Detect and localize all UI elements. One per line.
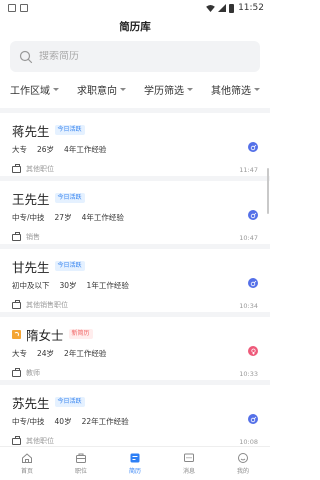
tab-label: 消息: [182, 468, 195, 475]
filter-label: 其他筛选: [211, 85, 251, 97]
age: 40岁: [54, 417, 72, 426]
filter-other[interactable]: 其他筛选: [211, 82, 260, 97]
message-icon: [184, 453, 194, 462]
male-icon: [248, 414, 258, 424]
experience: 4年工作经验: [64, 145, 107, 154]
tab-resumes[interactable]: 简历: [108, 447, 162, 480]
status-badge: 今日活跃: [54, 125, 85, 135]
update-time: 10:08: [239, 438, 258, 446]
desired-position: 销售: [26, 233, 40, 241]
experience: 2年工作经验: [64, 349, 107, 358]
candidate-name: 王先生: [12, 191, 50, 207]
wifi-icon: [206, 4, 215, 12]
tab-profile[interactable]: 我的: [216, 447, 270, 480]
status-bar: 11:52: [0, 0, 270, 16]
education: 大专: [12, 349, 27, 358]
filter-education[interactable]: 学历筛选: [144, 82, 193, 97]
resume-list: 蒋先生 今日活跃 大专 26岁 4年工作经验 其他职位 11:47 王先生 今日…: [0, 113, 270, 453]
update-time: 10:33: [239, 370, 258, 378]
tab-messages[interactable]: 消息: [162, 447, 216, 480]
tab-home[interactable]: 首页: [0, 447, 54, 480]
male-icon: [248, 142, 258, 152]
age: 27岁: [54, 213, 72, 222]
update-time: 10:47: [239, 234, 258, 242]
search-bar[interactable]: [10, 41, 260, 72]
candidate-name: 苏先生: [12, 395, 50, 411]
bottom-tab-bar: 首页 职位 简历 消息 我的: [0, 446, 270, 480]
education: 中专/中技: [12, 417, 45, 426]
age: 26岁: [37, 145, 55, 154]
briefcase-icon: [12, 231, 21, 241]
resume-card[interactable]: 王先生 今日活跃 中专/中技 27岁 4年工作经验 销售 10:47: [0, 181, 270, 249]
education: 中专/中技: [12, 213, 45, 222]
profile-icon: [238, 453, 248, 463]
status-right: 11:52: [206, 3, 264, 13]
filter-work-area[interactable]: 工作区域: [10, 82, 59, 97]
male-icon: [248, 210, 258, 220]
status-left-icons: [8, 4, 28, 12]
experience: 1年工作经验: [86, 281, 129, 290]
update-time: 10:34: [239, 302, 258, 310]
education: 大专: [12, 145, 27, 154]
tab-label: 简历: [128, 468, 141, 475]
battery-icon: [229, 3, 235, 13]
age: 30岁: [59, 281, 77, 290]
caret-down-icon: [254, 87, 260, 91]
resume-icon: [130, 453, 140, 463]
desired-position: 其他职位: [26, 165, 54, 173]
status-badge: 新简历: [68, 329, 93, 339]
resume-card[interactable]: 隋女士 新简历 大专 24岁 2年工作经验 教师 10:33: [0, 317, 270, 385]
status-badge: 今日活跃: [54, 397, 85, 407]
status-badge: 今日活跃: [54, 193, 85, 203]
scrollbar[interactable]: [267, 168, 269, 214]
candidate-name: 甘先生: [12, 259, 50, 275]
filter-label: 工作区域: [10, 85, 50, 97]
briefcase-icon: [12, 299, 21, 309]
caret-down-icon: [187, 87, 193, 91]
signal-icon: [218, 4, 227, 12]
desired-position: 其他职位: [26, 437, 54, 445]
filter-label: 学历筛选: [144, 85, 184, 97]
notification-icon: [20, 4, 28, 12]
page-title: 简历库: [119, 21, 151, 33]
resume-card[interactable]: 蒋先生 今日活跃 大专 26岁 4年工作经验 其他职位 11:47: [0, 113, 270, 181]
tab-label: 职位: [74, 468, 87, 475]
status-time: 11:52: [238, 3, 264, 13]
female-icon: [248, 346, 258, 356]
experience: 4年工作经验: [81, 213, 124, 222]
notification-icon: [8, 4, 16, 12]
search-icon: [19, 50, 33, 63]
desired-position: 教师: [26, 369, 40, 377]
briefcase-icon: [76, 453, 86, 463]
status-badge: 今日活跃: [54, 261, 85, 271]
candidate-name: 隋女士: [26, 327, 64, 343]
caret-down-icon: [53, 87, 59, 91]
tab-label: 首页: [20, 468, 33, 475]
home-icon: [22, 453, 32, 463]
tab-label: 我的: [236, 468, 249, 475]
desired-position: 其他销售职位: [26, 301, 68, 309]
filter-bar: 工作区域 求职意向 学历筛选 其他筛选: [0, 74, 270, 104]
filter-label: 求职意向: [77, 85, 117, 97]
resume-card[interactable]: 苏先生 今日活跃 中专/中技 40岁 22年工作经验 其他职位 10:08: [0, 385, 270, 453]
caret-down-icon: [120, 87, 126, 91]
age: 24岁: [37, 349, 55, 358]
education: 初中及以下: [12, 281, 50, 290]
briefcase-icon: [12, 435, 21, 445]
briefcase-icon: [12, 163, 21, 173]
briefcase-icon: [12, 367, 21, 377]
search-input[interactable]: [39, 51, 219, 62]
male-icon: [248, 278, 258, 288]
candidate-name: 蒋先生: [12, 123, 50, 139]
filter-job-intention[interactable]: 求职意向: [77, 82, 126, 97]
update-time: 11:47: [239, 166, 258, 174]
experience: 22年工作经验: [81, 417, 129, 426]
resume-card[interactable]: 甘先生 今日活跃 初中及以下 30岁 1年工作经验 其他销售职位 10:34: [0, 249, 270, 317]
tab-jobs[interactable]: 职位: [54, 447, 108, 480]
new-resume-icon: [12, 329, 21, 339]
